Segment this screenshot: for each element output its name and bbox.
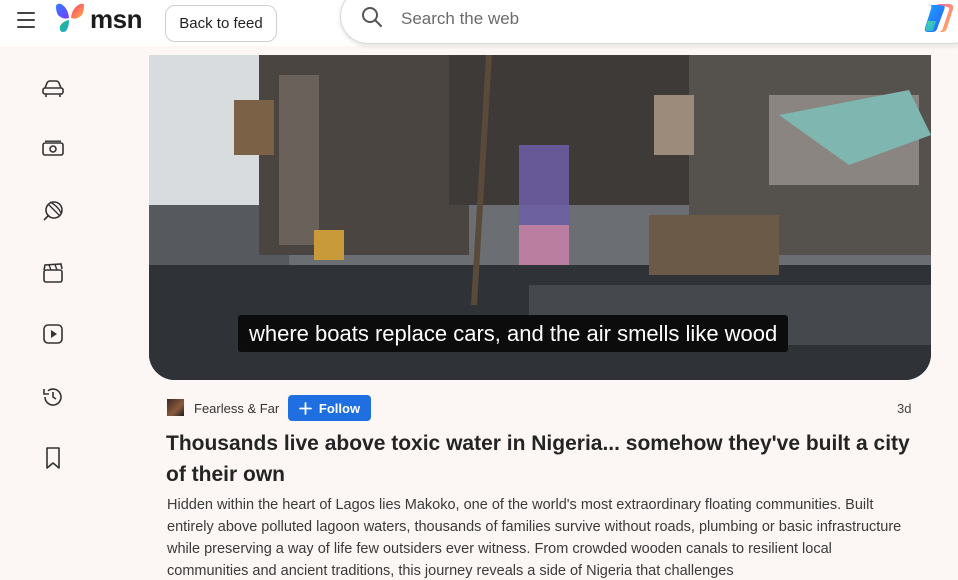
- menu-icon[interactable]: [17, 12, 35, 28]
- copilot-icon[interactable]: [922, 1, 956, 35]
- car-icon[interactable]: [36, 72, 70, 106]
- follow-button[interactable]: Follow: [288, 395, 371, 421]
- bookmark-icon[interactable]: [36, 441, 70, 475]
- video-subtitle: where boats replace cars, and the air sm…: [238, 315, 789, 352]
- source-avatar[interactable]: [167, 399, 184, 416]
- follow-label: Follow: [318, 400, 361, 416]
- money-icon[interactable]: [36, 132, 70, 166]
- msn-butterfly-icon: [56, 3, 85, 32]
- plus-icon: [299, 401, 312, 415]
- search-input[interactable]: [401, 6, 881, 32]
- left-sidebar: [0, 46, 108, 580]
- back-to-feed-button[interactable]: Back to feed: [165, 5, 277, 42]
- search-bar[interactable]: [340, 0, 958, 44]
- article-age: 3d: [897, 401, 912, 416]
- video-player[interactable]: where boats replace cars, and the air sm…: [149, 55, 931, 380]
- logo-text: msn: [90, 3, 142, 34]
- history-icon[interactable]: [36, 380, 70, 414]
- article-description: Hidden within the heart of Lagos lies Ma…: [167, 497, 902, 579]
- article-title[interactable]: Thousands live above toxic water in Nige…: [166, 428, 926, 490]
- top-header: msn Back to feed: [0, 0, 958, 46]
- sports-ball-icon[interactable]: [36, 194, 70, 228]
- clapperboard-icon[interactable]: [36, 256, 70, 290]
- search-icon: [362, 7, 382, 27]
- video-play-icon[interactable]: [36, 317, 70, 351]
- source-name[interactable]: Fearless & Far: [194, 401, 279, 416]
- msn-logo[interactable]: msn: [53, 2, 142, 36]
